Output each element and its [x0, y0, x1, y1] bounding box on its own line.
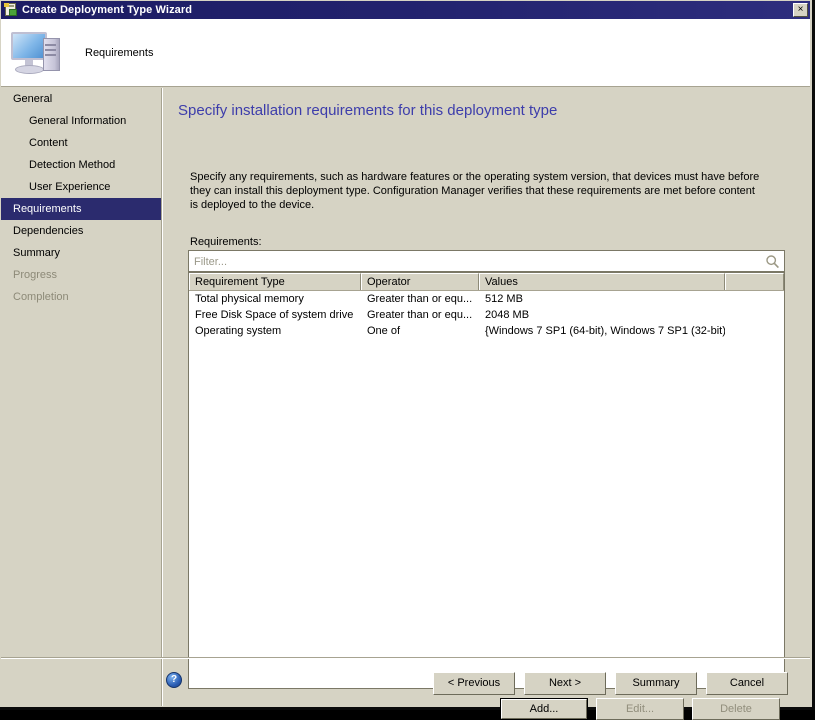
add-button-label: Add... — [501, 699, 587, 719]
help-icon[interactable]: ? — [166, 672, 182, 688]
delete-button: Delete — [692, 698, 780, 720]
cancel-button[interactable]: Cancel — [706, 672, 788, 695]
footer-divider — [1, 657, 810, 659]
sidebar-divider — [161, 88, 163, 706]
table-row[interactable]: Total physical memory Greater than or eq… — [189, 291, 784, 307]
wizard-content-pane: Specify installation requirements for th… — [164, 88, 811, 720]
column-header-requirement-type[interactable]: Requirement Type — [189, 273, 361, 290]
table-row[interactable]: Free Disk Space of system drive Greater … — [189, 307, 784, 323]
sidebar-item-completion: Completion — [13, 291, 69, 303]
search-input[interactable] — [192, 251, 761, 273]
wizard-step-nav: General General Information Content Dete… — [1, 88, 161, 706]
cell-operator: One of — [367, 325, 401, 337]
cell-operator: Greater than or equ... — [367, 309, 473, 321]
previous-button[interactable]: < Previous — [433, 672, 515, 695]
cell-operator: Greater than or equ... — [367, 293, 473, 305]
column-header-values[interactable]: Values — [479, 273, 725, 290]
page-description: Specify any requirements, such as hardwa… — [190, 171, 760, 211]
sidebar-item-dependencies[interactable]: Dependencies — [1, 220, 161, 242]
sidebar-item-content[interactable]: Content — [1, 132, 161, 154]
table-row[interactable]: Operating system One of {Windows 7 SP1 (… — [189, 323, 784, 339]
close-icon[interactable]: × — [793, 3, 808, 17]
header-step-title: Requirements — [85, 46, 154, 59]
sidebar-item-progress: Progress — [13, 269, 58, 281]
sidebar-item-summary[interactable]: Summary — [1, 242, 161, 264]
sidebar-item-general-information[interactable]: General Information — [1, 110, 161, 132]
edit-button: Edit... — [596, 698, 684, 720]
filter-box[interactable] — [188, 250, 785, 273]
wizard-window: Create Deployment Type Wizard × Requirem… — [0, 0, 815, 720]
computer-icon — [9, 26, 71, 80]
sidebar-item-user-experience[interactable]: User Experience — [1, 176, 161, 198]
page-title: Specify installation requirements for th… — [178, 102, 558, 119]
column-header-operator[interactable]: Operator — [361, 273, 479, 290]
title-bar: Create Deployment Type Wizard × — [1, 1, 810, 19]
wizard-header: Requirements — [1, 19, 810, 87]
cell-extra — [725, 323, 784, 339]
cell-requirement-type: Total physical memory — [195, 293, 304, 305]
cell-values: 512 MB — [485, 293, 523, 305]
next-button[interactable]: Next > — [524, 672, 606, 695]
window-title: Create Deployment Type Wizard — [22, 4, 193, 16]
cell-values: {Windows 7 SP1 (64-bit), Windows 7 SP1 (… — [485, 325, 725, 337]
sidebar-item-general[interactable]: General — [1, 88, 161, 110]
requirements-list[interactable]: Requirement Type Operator Values Total p… — [188, 272, 785, 689]
sidebar-item-detection-method[interactable]: Detection Method — [1, 154, 161, 176]
search-icon[interactable] — [765, 254, 780, 269]
summary-button[interactable]: Summary — [615, 672, 697, 695]
cell-extra — [725, 291, 784, 307]
cell-extra — [725, 307, 784, 323]
add-button[interactable]: Add... — [500, 698, 588, 720]
column-header-extra[interactable] — [725, 273, 784, 290]
sidebar-item-requirements[interactable]: Requirements — [1, 198, 161, 220]
cell-requirement-type: Free Disk Space of system drive — [195, 309, 354, 321]
table-header-row: Requirement Type Operator Values — [189, 273, 784, 291]
requirements-label: Requirements: — [190, 236, 262, 248]
cell-requirement-type: Operating system — [195, 325, 282, 337]
wizard-app-icon — [4, 3, 18, 17]
cell-values: 2048 MB — [485, 309, 530, 321]
